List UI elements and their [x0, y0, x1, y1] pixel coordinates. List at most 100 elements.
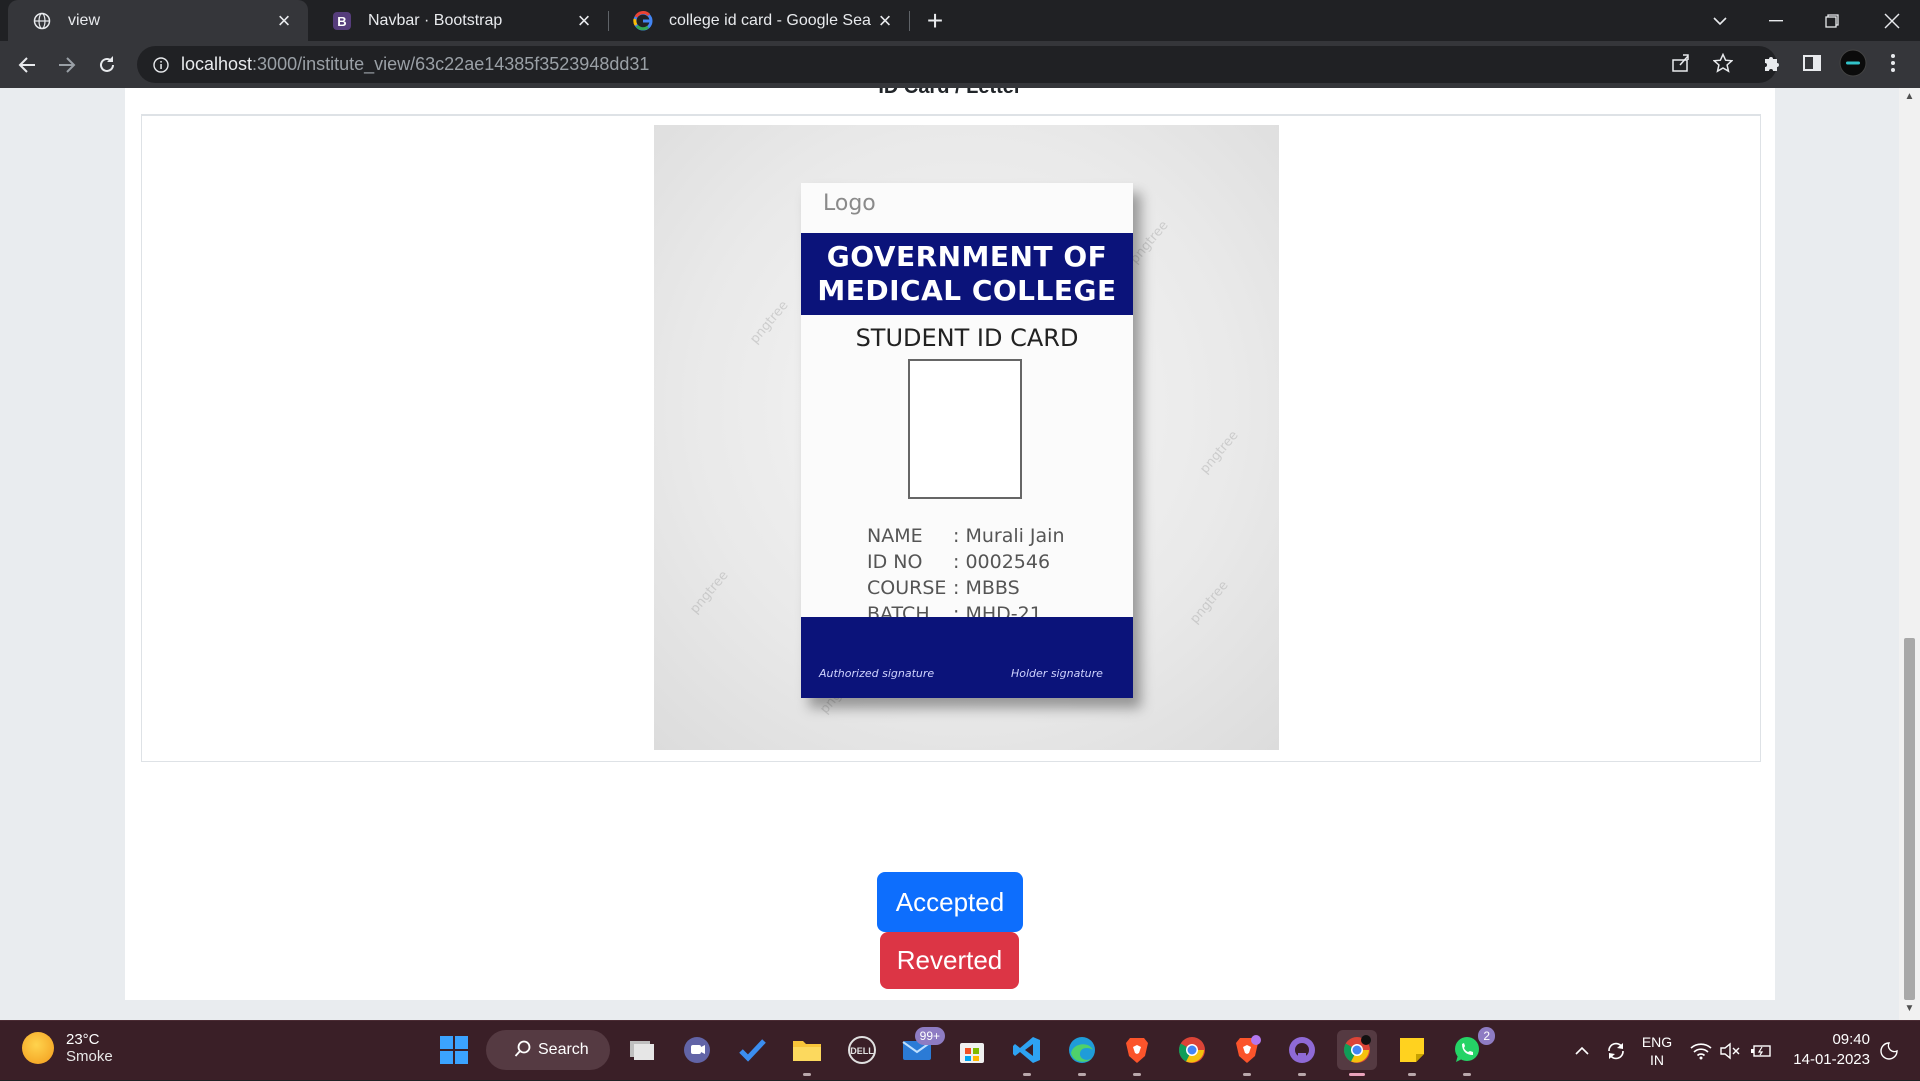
globe-icon	[32, 11, 52, 31]
id-card-image: pngtree pngtree pngtree pngtree pngtree …	[654, 125, 1279, 750]
document-card: pngtree pngtree pngtree pngtree pngtree …	[141, 114, 1761, 762]
windows-start-icon[interactable]	[434, 1030, 474, 1070]
weather-sun-icon	[22, 1032, 54, 1064]
sticky-notes-icon[interactable]	[1392, 1030, 1432, 1076]
reload-button[interactable]	[89, 47, 125, 83]
field-row: COURSE: MBBS	[867, 575, 1065, 601]
accepted-button[interactable]: Accepted	[877, 872, 1023, 932]
github-icon[interactable]	[1282, 1030, 1322, 1076]
running-indicator	[1078, 1073, 1086, 1076]
college-line-2: MEDICAL COLLEGE	[817, 274, 1117, 307]
vscode-icon[interactable]	[1007, 1030, 1047, 1076]
volume-muted-icon[interactable]	[1718, 1021, 1744, 1081]
bootstrap-icon: B	[332, 11, 352, 31]
close-icon[interactable]: ×	[270, 7, 298, 35]
language-indicator[interactable]: ENG IN	[1640, 1021, 1674, 1081]
tray-overflow-chevron-icon[interactable]	[1570, 1021, 1594, 1081]
chrome-icon[interactable]	[1172, 1030, 1212, 1070]
reverted-button[interactable]: Reverted	[880, 932, 1019, 989]
tab-search-button[interactable]	[1692, 0, 1748, 41]
close-window-button[interactable]	[1864, 0, 1920, 41]
back-button[interactable]	[9, 47, 45, 83]
tab-separator	[909, 11, 910, 31]
scrollbar-thumb[interactable]	[1904, 638, 1915, 1000]
edge-icon[interactable]	[1062, 1030, 1102, 1076]
running-indicator	[1463, 1073, 1471, 1076]
info-icon[interactable]	[141, 46, 181, 83]
file-explorer-icon[interactable]	[787, 1030, 827, 1076]
college-name-band: GOVERNMENT OF MEDICAL COLLEGE	[801, 233, 1133, 315]
chrome-active-icon[interactable]	[1337, 1030, 1377, 1076]
notifications-icon[interactable]	[1876, 1021, 1902, 1081]
watermark-text: pngtree	[687, 568, 732, 617]
tab-title: college id card - Google Search	[669, 11, 871, 29]
page-scrollbar[interactable]: ▲ ▼	[1899, 88, 1920, 1020]
whatsapp-badge: 2	[1478, 1027, 1495, 1045]
weather-condition: Smoke	[66, 1048, 113, 1065]
battery-icon[interactable]	[1748, 1021, 1774, 1081]
clock-time: 09:40	[1832, 1031, 1870, 1048]
card-title: STUDENT ID CARD	[855, 324, 1079, 352]
windows-taskbar: 23°C Smoke Search DELL 99+ 2 ENG IN 09:4…	[0, 1020, 1920, 1080]
tab-strip: view × B Navbar · Bootstrap × college id…	[0, 0, 1920, 41]
clock-date: 14-01-2023	[1793, 1051, 1870, 1068]
bookmark-star-icon[interactable]	[1705, 45, 1741, 81]
student-fields: NAME: Murali Jain ID NO: 0002546 COURSE:…	[867, 523, 1065, 627]
scroll-down-icon[interactable]: ▼	[1899, 1000, 1920, 1017]
page-viewport: ID Card / Letter pngtree pngtree pngtree…	[0, 88, 1920, 1020]
brave-icon[interactable]	[1117, 1030, 1157, 1076]
running-indicator	[1243, 1073, 1251, 1076]
system-clock[interactable]: 09:40 14-01-2023	[1790, 1030, 1870, 1070]
running-indicator	[1298, 1073, 1306, 1076]
side-panel-icon[interactable]	[1794, 45, 1830, 81]
task-view-icon[interactable]	[622, 1030, 662, 1070]
running-indicator	[1349, 1073, 1365, 1076]
tab-navbar-bootstrap[interactable]: B Navbar · Bootstrap ×	[308, 0, 608, 41]
new-tab-button[interactable]: +	[918, 5, 952, 36]
scroll-up-icon[interactable]: ▲	[1899, 88, 1920, 105]
running-indicator	[1133, 1073, 1141, 1076]
running-indicator	[1408, 1073, 1416, 1076]
watermark-text: pngtree	[1187, 578, 1232, 627]
wifi-icon[interactable]	[1688, 1021, 1714, 1081]
close-icon[interactable]: ×	[570, 7, 598, 35]
field-value: : Murali Jain	[953, 525, 1065, 547]
share-icon[interactable]	[1663, 45, 1699, 81]
tab-google-search[interactable]: college id card - Google Search ×	[609, 0, 909, 41]
address-bar[interactable]: localhost:3000/institute_view/63c22ae143…	[137, 46, 1777, 83]
taskbar-search[interactable]: Search	[486, 1030, 610, 1070]
todo-check-icon[interactable]	[732, 1030, 772, 1070]
svg-text:DELL: DELL	[850, 1046, 874, 1056]
restore-button[interactable]	[1804, 0, 1860, 41]
close-icon[interactable]: ×	[871, 7, 899, 35]
card-footer-band: Authorized signature Holder signature	[801, 617, 1133, 698]
forward-button[interactable]	[49, 47, 85, 83]
mail-icon[interactable]: 99+	[897, 1027, 945, 1070]
extensions-puzzle-icon[interactable]	[1754, 45, 1790, 81]
google-icon	[633, 10, 653, 31]
teams-chat-icon[interactable]	[677, 1030, 717, 1070]
dell-icon[interactable]: DELL	[842, 1030, 882, 1070]
photo-placeholder	[908, 359, 1022, 499]
region-code: IN	[1650, 1052, 1664, 1068]
brave-profile-icon[interactable]	[1227, 1030, 1267, 1076]
tab-view[interactable]: view ×	[8, 0, 308, 41]
sync-icon[interactable]	[1600, 1021, 1632, 1081]
temperature: 23°C	[66, 1031, 100, 1048]
card-header-title: ID Card / Letter	[125, 88, 1775, 99]
holder-signature-label: Holder signature	[1011, 667, 1103, 680]
profile-avatar[interactable]	[1835, 45, 1871, 81]
running-indicator	[803, 1073, 811, 1076]
weather-widget[interactable]: 23°C Smoke	[22, 1031, 113, 1065]
running-indicator	[1023, 1073, 1031, 1076]
search-icon	[514, 1040, 532, 1063]
mail-badge: 99+	[914, 1027, 945, 1045]
minimize-button[interactable]	[1748, 0, 1804, 41]
whatsapp-icon[interactable]: 2	[1447, 1027, 1495, 1076]
field-key: COURSE	[867, 577, 947, 599]
store-icon[interactable]	[952, 1030, 992, 1070]
watermark-text: pngtree	[1127, 218, 1172, 267]
kebab-menu-icon[interactable]	[1875, 45, 1911, 81]
field-row: ID NO: 0002546	[867, 549, 1065, 575]
college-line-1: GOVERNMENT OF	[826, 240, 1108, 273]
